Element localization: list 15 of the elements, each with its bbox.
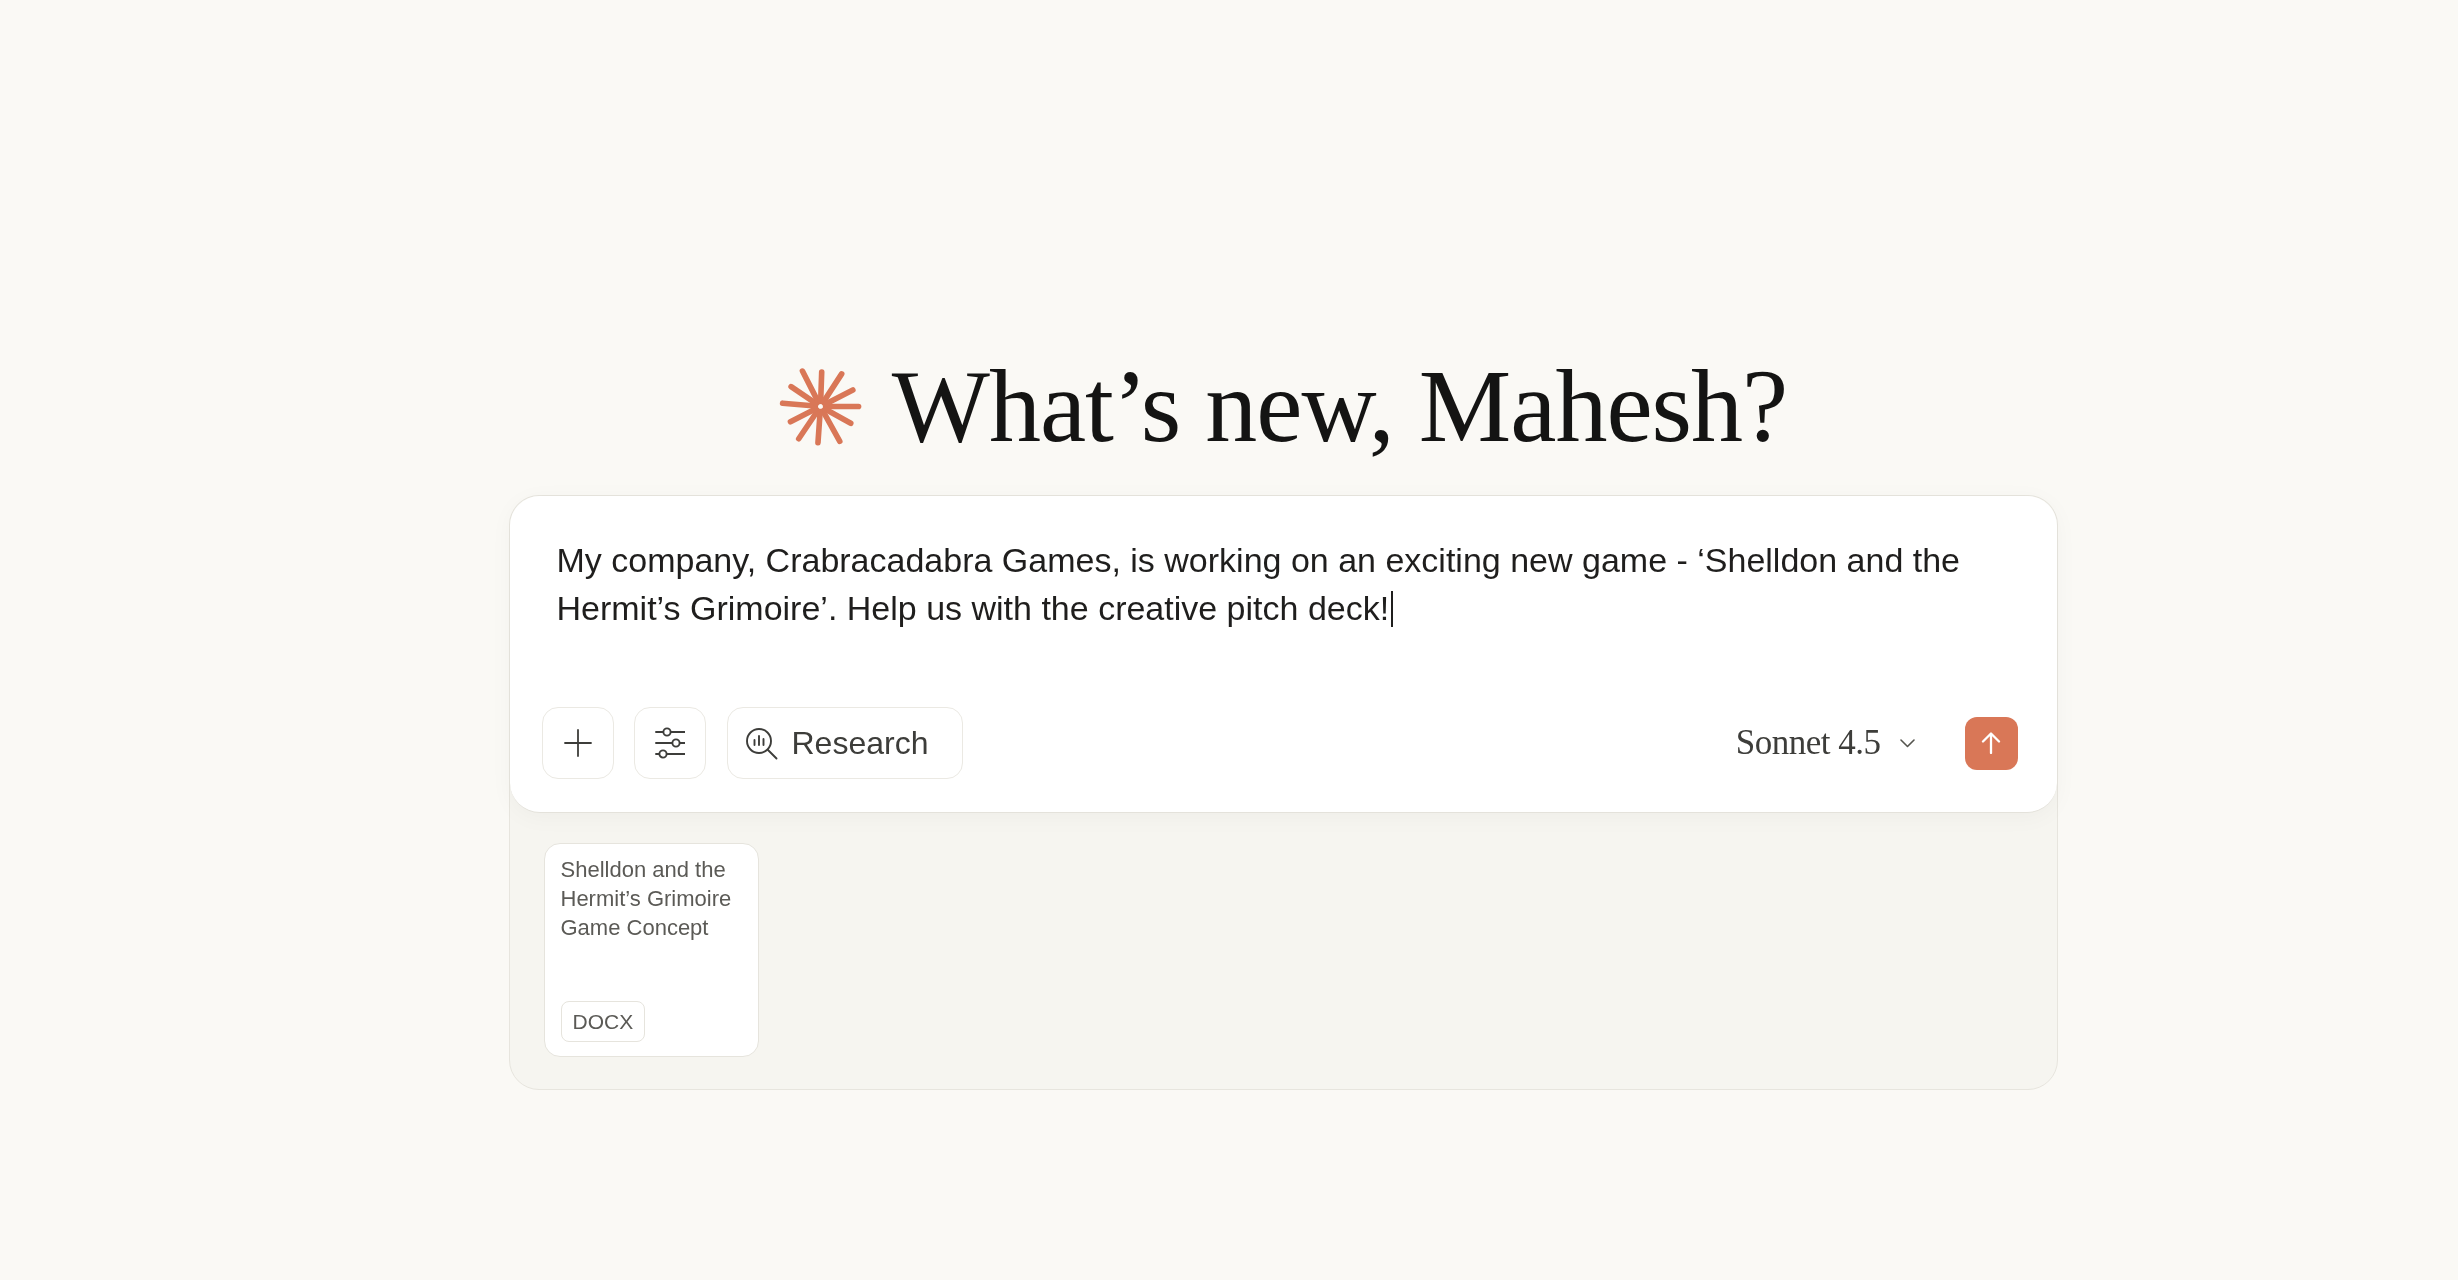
- attachment-card[interactable]: Shelldon and the Hermit’s Grimoire Game Concept DOCX: [543, 843, 759, 1057]
- sliders-icon: [654, 727, 685, 759]
- chevron-down-icon: [1899, 738, 1915, 748]
- tools-button[interactable]: [633, 707, 706, 779]
- greeting-heading: What’s new, Mahesh?: [891, 354, 1788, 458]
- search-chart-icon: [744, 726, 778, 760]
- message-input[interactable]: My company, Crabracadabra Games, is working on an exciting new game - ‘Shelldon and the Hermit’s Grimoire’. Help us with the creative pitch deck!: [541, 536, 2018, 632]
- arrow-up-icon: [1981, 732, 2001, 754]
- file-type-badge: DOCX: [560, 1001, 646, 1042]
- model-selector[interactable]: Sonnet 4.5: [1729, 715, 1921, 771]
- attachment-title: Shelldon and the Hermit’s Grimoire Game Concept: [560, 856, 733, 942]
- send-button[interactable]: [1964, 716, 2018, 770]
- add-button[interactable]: [541, 707, 614, 779]
- plus-icon: [563, 729, 592, 757]
- research-button[interactable]: Research: [726, 707, 964, 779]
